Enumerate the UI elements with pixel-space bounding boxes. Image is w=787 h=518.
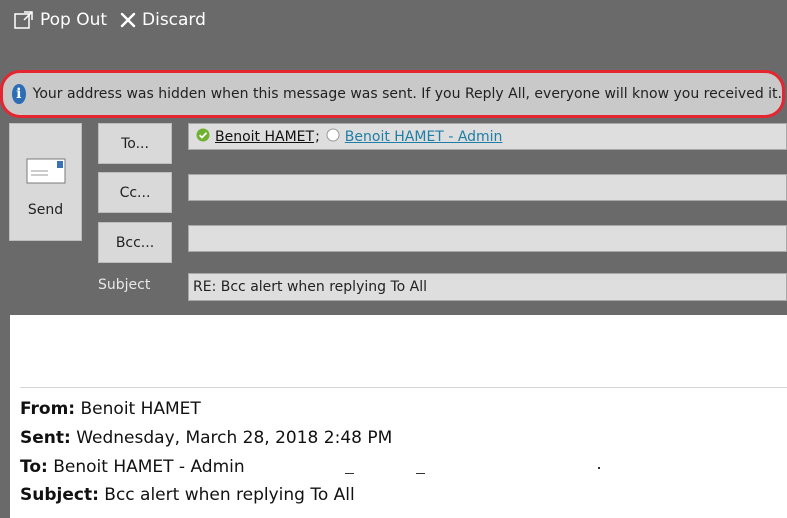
- redaction-mark: [345, 473, 354, 474]
- from-value: Benoit HAMET: [80, 399, 201, 419]
- cc-button[interactable]: Cc...: [98, 172, 172, 213]
- quote-divider: [20, 387, 787, 388]
- subject-label: Subject: [98, 277, 151, 293]
- quoted-from-line: From: Benoit HAMET: [20, 399, 201, 419]
- quoted-sent-line: Sent: Wednesday, March 28, 2018 2:48 PM: [20, 428, 392, 448]
- to-field[interactable]: Benoit HAMET ; Benoit HAMET - Admin: [188, 123, 787, 150]
- subject-value: RE: Bcc alert when replying To All: [193, 279, 427, 295]
- pop-out-label: Pop Out: [40, 10, 108, 30]
- info-icon: i: [12, 84, 26, 104]
- recipient-unresolved[interactable]: Benoit HAMET - Admin: [326, 128, 503, 146]
- quoted-subject-line: Subject: Bcc alert when replying To All: [20, 485, 355, 505]
- subject-label: Subject:: [20, 485, 99, 505]
- to-value: Benoit HAMET - Admin: [53, 457, 245, 477]
- sent-label: Sent:: [20, 428, 71, 448]
- subject-value: Bcc alert when replying To All: [104, 485, 355, 505]
- quoted-to-line: To: Benoit HAMET - Admin: [20, 457, 245, 477]
- redaction-mark: [416, 473, 425, 474]
- envelope-icon: [26, 158, 66, 188]
- checkmark-circle-icon: [196, 128, 210, 146]
- toolbar: Pop Out Discard: [0, 0, 787, 40]
- recipient-resolved[interactable]: Benoit HAMET ;: [196, 128, 320, 146]
- info-message: Your address was hidden when this messag…: [32, 86, 782, 102]
- bcc-button[interactable]: Bcc...: [98, 222, 172, 263]
- pop-out-button[interactable]: Pop Out: [14, 8, 107, 32]
- send-button[interactable]: Send: [9, 123, 82, 241]
- redaction-mark: [598, 467, 600, 469]
- cc-field[interactable]: [188, 174, 787, 201]
- to-label: To:: [20, 457, 48, 477]
- send-label: Send: [27, 202, 64, 218]
- popout-icon: [14, 10, 34, 30]
- from-label: From:: [20, 399, 76, 419]
- discard-label: Discard: [142, 10, 206, 30]
- discard-button[interactable]: Discard: [120, 8, 206, 32]
- to-button[interactable]: To...: [98, 123, 172, 164]
- message-body[interactable]: From: Benoit HAMET Sent: Wednesday, Marc…: [10, 315, 787, 518]
- recipient-name: Benoit HAMET: [215, 128, 315, 145]
- to-button-label: To...: [121, 135, 149, 152]
- cc-button-label: Cc...: [119, 184, 151, 201]
- close-icon: [120, 12, 136, 28]
- bcc-button-label: Bcc...: [115, 234, 155, 251]
- subject-field[interactable]: RE: Bcc alert when replying To All: [188, 273, 787, 301]
- info-bar: i Your address was hidden when this mess…: [0, 70, 785, 118]
- empty-circle-icon: [326, 128, 340, 146]
- sent-value: Wednesday, March 28, 2018 2:48 PM: [76, 428, 393, 448]
- recipient-separator: ;: [315, 128, 320, 145]
- recipient-name: Benoit HAMET - Admin: [344, 128, 503, 145]
- bcc-field[interactable]: [188, 225, 787, 252]
